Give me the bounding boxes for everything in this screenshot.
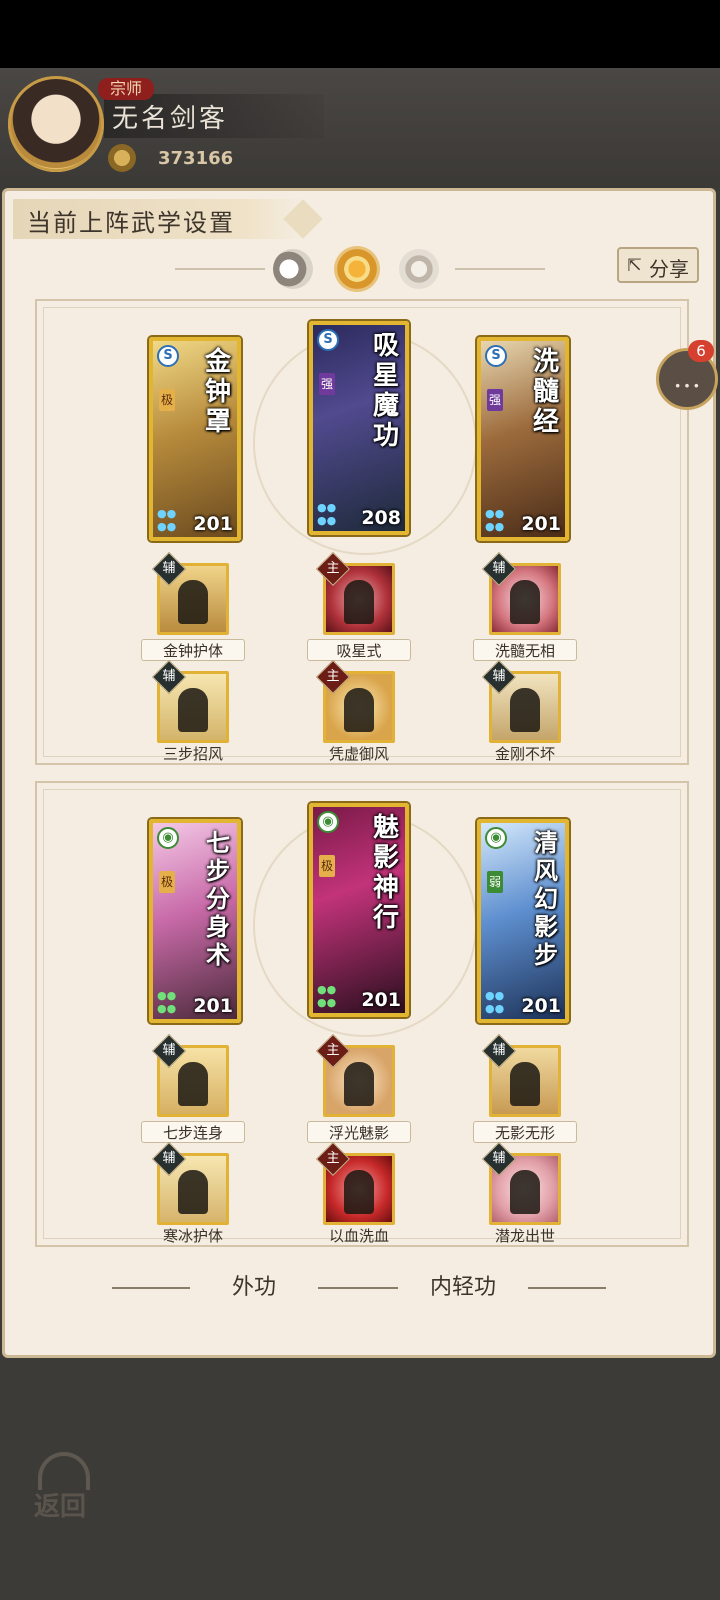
- element-icon: S: [485, 345, 507, 367]
- skill-label: 吸星式: [307, 639, 411, 661]
- player-header: 宗师 无名剑客 373166: [0, 68, 720, 188]
- martial-card[interactable]: ◉ 极 魅影神行 ●● ●● 201: [309, 803, 409, 1017]
- tab-divider-right: [528, 1287, 606, 1289]
- card-level: 201: [193, 995, 233, 1017]
- card-name: 七步分身术: [206, 828, 230, 969]
- back-button[interactable]: 返回: [30, 1452, 100, 1522]
- share-icon: ⇱: [627, 255, 643, 276]
- star-pips: ●● ●●: [317, 983, 337, 1009]
- element-icon: ◉: [157, 827, 179, 849]
- star-pips: ●● ●●: [317, 501, 337, 527]
- tier-badge: 强: [487, 389, 503, 411]
- skill-label: 金钟护体: [141, 639, 245, 661]
- skill-label: 无影无形: [473, 1121, 577, 1143]
- martial-card[interactable]: ◉ 弱 清风幻影步 ●● ●● 201: [477, 819, 569, 1023]
- back-label: 返回: [34, 1492, 87, 1522]
- star-pips: ●● ●●: [485, 507, 505, 533]
- moon-icon[interactable]: [273, 249, 313, 289]
- mode-divider-left: [175, 268, 265, 270]
- chat-icon: …: [673, 361, 701, 394]
- skill-label: 寒冰护体: [162, 1227, 223, 1245]
- card-level: 201: [521, 513, 561, 535]
- share-button[interactable]: ⇱ 分享: [617, 247, 699, 283]
- skill-label: 凭虚御风: [328, 745, 389, 763]
- element-icon: ◉: [485, 827, 507, 849]
- power-icon: [108, 144, 136, 172]
- card-name: 魅影神行: [372, 813, 399, 933]
- card-level: 201: [521, 995, 561, 1017]
- rank-badge: 宗师: [98, 78, 155, 100]
- sun-icon[interactable]: [337, 249, 377, 289]
- card-name: 金钟罩: [204, 347, 231, 437]
- skill-label: 三步招风: [162, 745, 223, 763]
- chat-unread-badge: 6: [688, 340, 714, 362]
- inner-martial-group-1: S 极 金钟罩 ●● ●● 201 S 强 吸星魔功 ●● ●● 208 S 强 洗…: [35, 299, 689, 765]
- skill-label: 金刚不坏: [494, 745, 555, 763]
- martial-card[interactable]: S 强 吸星魔功 ●● ●● 208: [309, 321, 409, 535]
- player-name: 无名剑客: [112, 104, 229, 134]
- skill-label: 七步连身: [141, 1121, 245, 1143]
- tier-badge: 弱: [487, 871, 503, 893]
- martial-card[interactable]: ◉ 极 七步分身术 ●● ●● 201: [149, 819, 241, 1023]
- back-arrow-icon: [38, 1452, 90, 1490]
- star-pips: ●● ●●: [485, 989, 505, 1015]
- inner-martial-group-2: ◉ 极 七步分身术 ●● ●● 201 ◉ 极 魅影神行 ●● ●● 201 ◉ 弱…: [35, 781, 689, 1247]
- element-icon: S: [317, 329, 339, 351]
- panel-title: 当前上阵武学设置: [27, 209, 235, 237]
- share-label: 分享: [649, 257, 689, 281]
- card-level: 201: [193, 513, 233, 535]
- skill-label: 潜龙出世: [494, 1227, 555, 1245]
- status-bar: [0, 0, 720, 68]
- card-name: 吸星魔功: [372, 331, 399, 451]
- element-icon: S: [157, 345, 179, 367]
- tab-divider-mid: [318, 1287, 398, 1289]
- tab-inner-martial[interactable]: 内轻功: [396, 1264, 530, 1312]
- skill-label: 以血洗血: [328, 1227, 389, 1245]
- tier-badge: 强: [319, 373, 335, 395]
- tab-divider-left: [112, 1287, 190, 1289]
- card-level: 208: [361, 507, 401, 529]
- card-level: 201: [361, 989, 401, 1011]
- martial-card[interactable]: S 极 金钟罩 ●● ●● 201: [149, 337, 241, 541]
- mode-divider-right: [455, 268, 545, 270]
- ring-icon[interactable]: [399, 249, 439, 289]
- skill-label: 洗髓无相: [473, 639, 577, 661]
- player-avatar[interactable]: [8, 76, 104, 172]
- martial-card[interactable]: S 强 洗髓经 ●● ●● 201: [477, 337, 569, 541]
- star-pips: ●● ●●: [157, 989, 177, 1015]
- tab-outer-martial[interactable]: 外功: [188, 1264, 320, 1312]
- martial-setup-panel: 当前上阵武学设置 ⇱ 分享 S 极 金钟罩 ●● ●● 201 S 强 吸星魔功 …: [2, 188, 716, 1358]
- card-name: 洗髓经: [532, 347, 559, 437]
- skill-label: 浮光魅影: [307, 1121, 411, 1143]
- tier-badge: 极: [159, 871, 175, 893]
- tier-badge: 极: [159, 389, 175, 411]
- tier-badge: 极: [319, 855, 335, 877]
- star-pips: ●● ●●: [157, 507, 177, 533]
- element-icon: ◉: [317, 811, 339, 833]
- card-name: 清风幻影步: [534, 828, 558, 969]
- power-value: 373166: [158, 148, 234, 169]
